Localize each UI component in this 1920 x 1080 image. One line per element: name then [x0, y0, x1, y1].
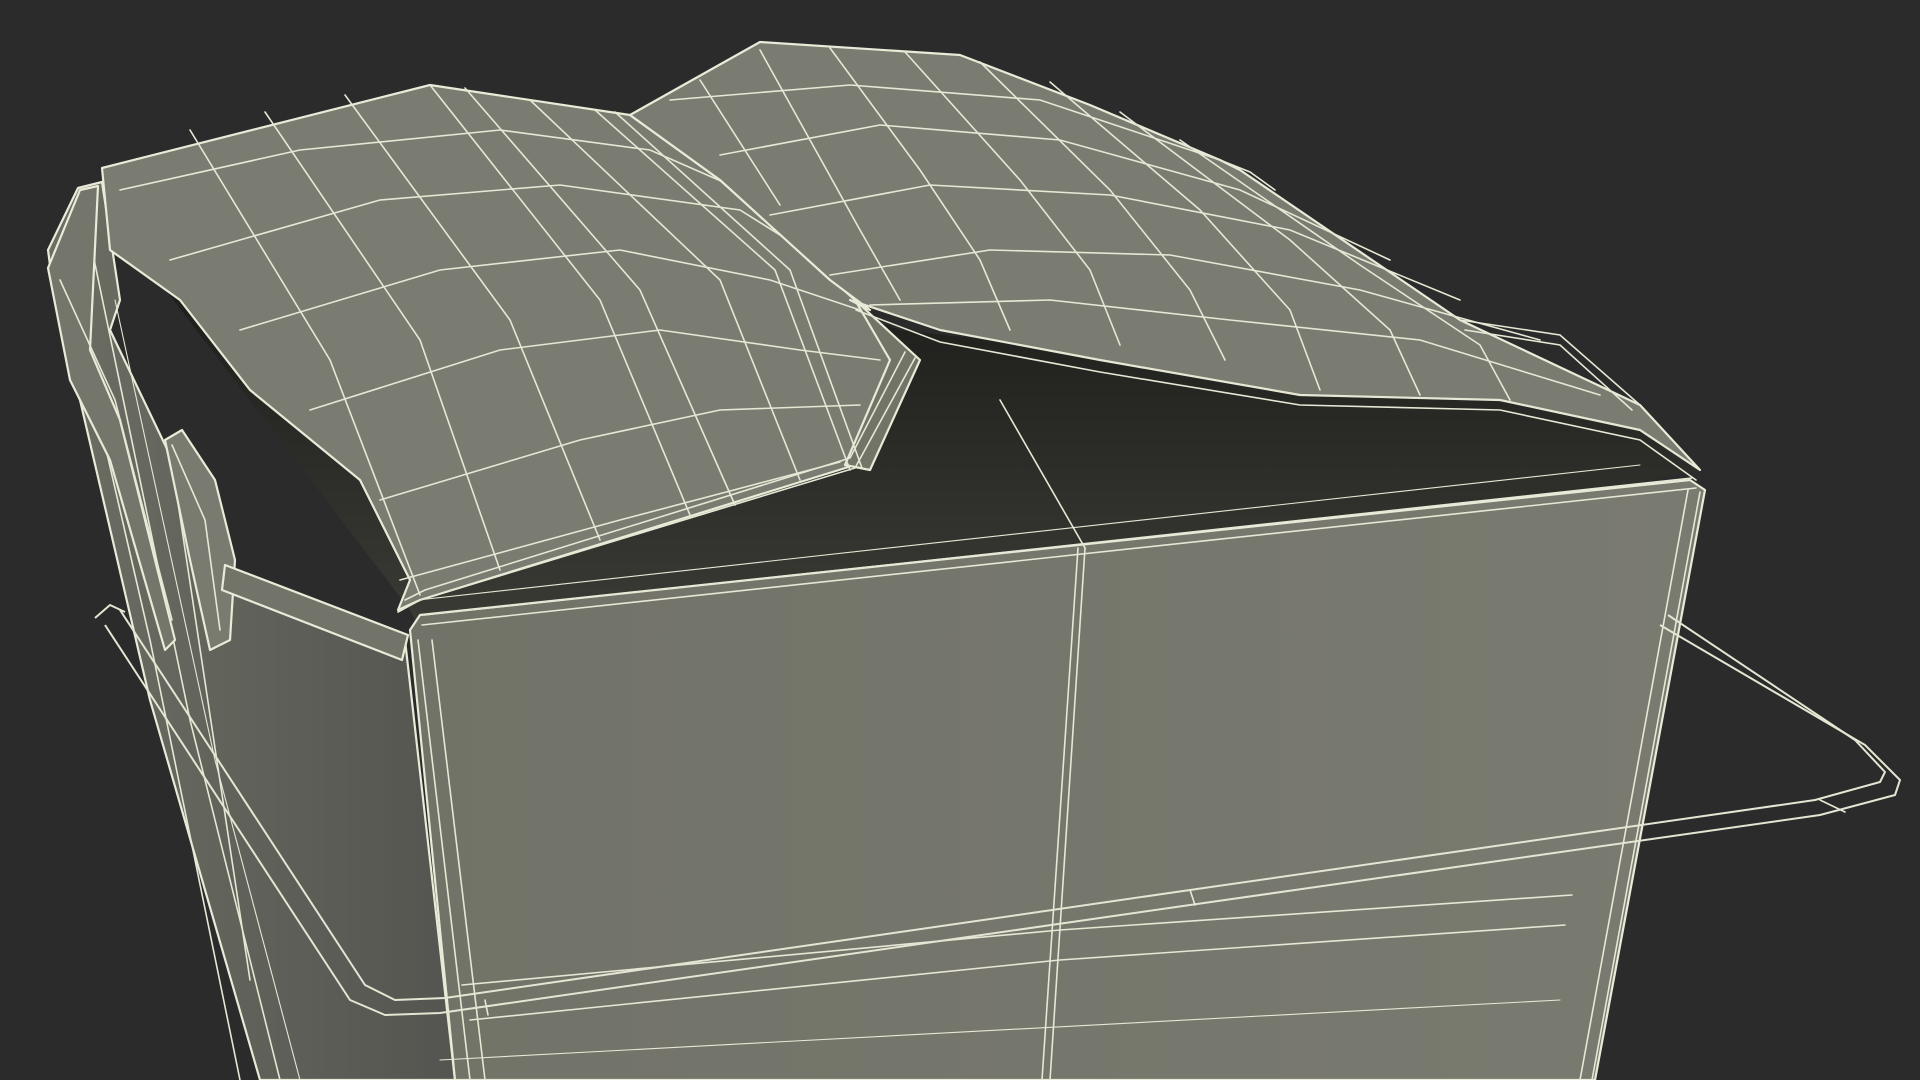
wireframe-render — [0, 0, 1920, 1080]
